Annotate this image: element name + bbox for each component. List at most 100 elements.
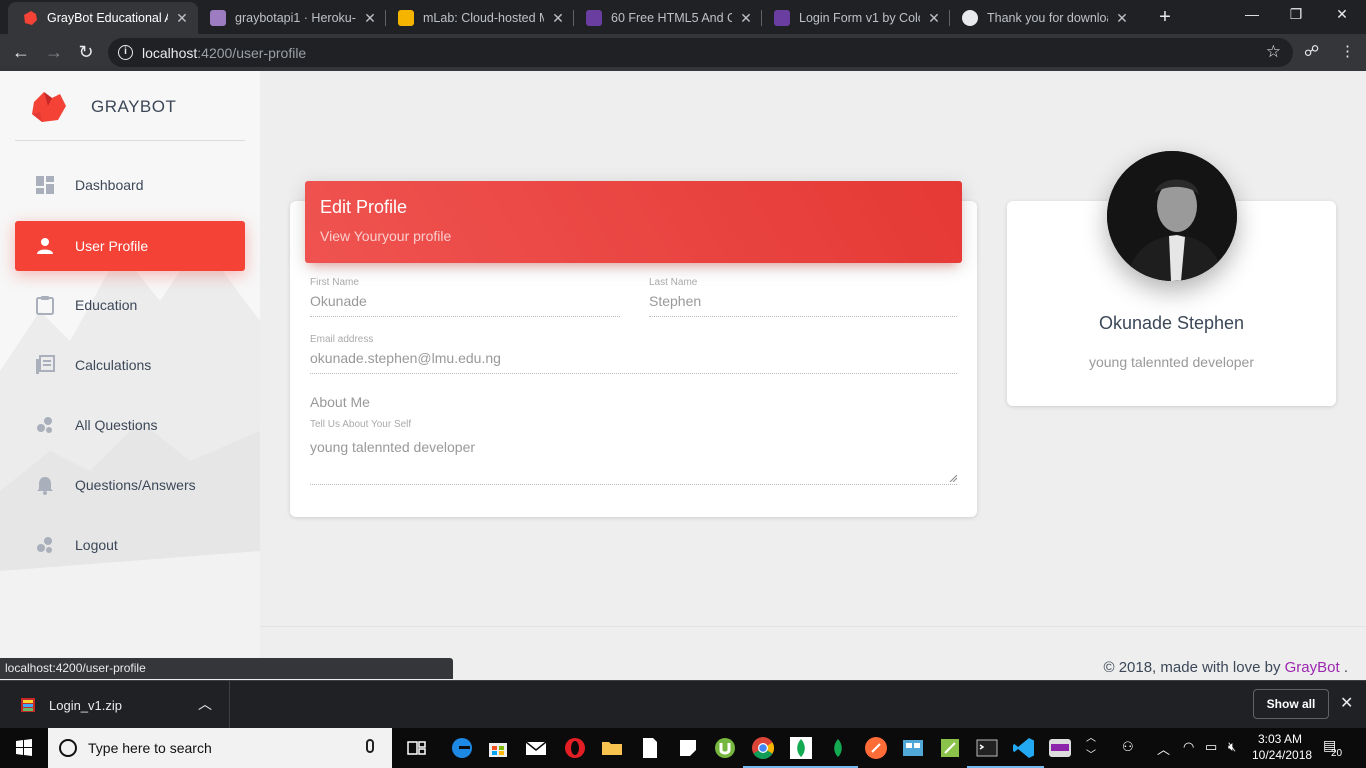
control-panel-icon[interactable] [901, 736, 925, 760]
tab-close-icon[interactable]: ✕ [926, 10, 942, 27]
wordpress-favicon-icon [962, 10, 978, 26]
bubble-chart-icon [35, 415, 55, 435]
tab-close-icon[interactable]: ✕ [738, 10, 754, 27]
about-me-textarea[interactable]: young talennted developer [310, 439, 957, 485]
site-info-icon[interactable]: i [118, 45, 133, 60]
restore-icon[interactable]: ❐ [1284, 6, 1308, 26]
resize-handle-icon[interactable] [949, 474, 957, 482]
sidebar-item-logout[interactable]: Logout [15, 520, 245, 570]
footer-divider [260, 626, 1366, 627]
url-host: localhost [142, 45, 198, 61]
sidebar-item-label: Dashboard [75, 177, 144, 193]
browser-tab-graybot[interactable]: GrayBot Educational Ap ✕ [8, 2, 198, 34]
first-name-input[interactable]: Okunade [310, 293, 620, 317]
notification-count-badge: 20 [1331, 748, 1343, 759]
sticky-notes-icon[interactable] [676, 736, 700, 760]
browser-tab-mlab[interactable]: mLab: Cloud-hosted M ✕ [384, 2, 574, 34]
windows-start-icon[interactable] [0, 728, 48, 768]
show-hidden-icons-icon[interactable]: ︿ [1157, 739, 1170, 758]
sidebar-item-dashboard[interactable]: Dashboard [15, 160, 245, 210]
sidebar-item-label: All Questions [75, 417, 158, 433]
menu-kebab-icon[interactable]: ⋮ [1340, 42, 1355, 60]
sidebar-item-all-questions[interactable]: All Questions [15, 400, 245, 450]
tab-close-icon[interactable]: ✕ [362, 10, 378, 27]
tab-close-icon[interactable]: ✕ [1114, 10, 1130, 27]
window-close-icon[interactable]: ✕ [1330, 6, 1354, 26]
forward-arrow-icon[interactable]: → [42, 40, 66, 64]
browser-tab-wordpress[interactable]: Thank you for downloa ✕ [948, 2, 1138, 34]
battery-icon[interactable]: ▭ [1205, 739, 1217, 755]
taskbar-clock[interactable]: 3:03 AM 10/24/2018 [1252, 731, 1312, 763]
edge-icon[interactable] [450, 736, 474, 760]
reload-icon[interactable]: ↻ [74, 40, 98, 64]
first-name-label: First Name [310, 277, 359, 288]
microphone-icon[interactable] [366, 739, 374, 753]
library-books-icon [35, 355, 55, 375]
mongodb-compass-icon[interactable] [818, 736, 858, 768]
card-subtitle: View Youryour profile [320, 228, 452, 244]
browser-tab-heroku[interactable]: graybotapi1 · Heroku-g ✕ [196, 2, 386, 34]
taskbar-search-box[interactable]: Type here to search [48, 728, 392, 768]
last-name-label: Last Name [649, 277, 698, 288]
profile-name: Okunade Stephen [1098, 313, 1245, 333]
brand-divider [15, 140, 245, 141]
footer-graybot-link[interactable]: GrayBot [1285, 659, 1340, 676]
download-bar-close-icon[interactable]: ✕ [1340, 693, 1353, 713]
tab-close-icon[interactable]: ✕ [174, 10, 190, 27]
store-icon[interactable] [486, 736, 510, 760]
wifi-icon[interactable]: ◠ [1183, 739, 1194, 755]
minimize-icon[interactable]: — [1240, 6, 1264, 26]
tab-close-icon[interactable]: ✕ [550, 10, 566, 27]
volume-muted-icon[interactable]: 🔇︎ [1228, 739, 1236, 755]
about-me-label: Tell Us About Your Self [310, 419, 412, 430]
zip-file-icon [21, 698, 35, 712]
dashboard-icon [35, 175, 55, 195]
vscode-icon[interactable] [1004, 736, 1044, 768]
last-name-input[interactable]: Stephen [649, 293, 957, 317]
email-field[interactable]: Email address okunade.stephen@lmu.edu.ng [310, 334, 957, 374]
mlab-favicon-icon [398, 10, 414, 26]
show-all-button[interactable]: Show all [1253, 689, 1329, 719]
back-arrow-icon[interactable]: ← [9, 40, 33, 64]
incognito-icon[interactable]: ☍ [1304, 42, 1319, 60]
sidebar-item-education[interactable]: Education [15, 280, 245, 330]
mail-icon[interactable] [524, 736, 548, 760]
bookmark-star-icon[interactable]: ☆ [1266, 42, 1281, 62]
edit-profile-header: Edit Profile View Youryour profile [305, 181, 962, 263]
browser-tab-colorlib-2[interactable]: Login Form v1 by Color ✕ [760, 2, 950, 34]
document-icon[interactable] [638, 736, 662, 760]
fun-app-icon[interactable] [1048, 736, 1072, 760]
notepad-plus-icon[interactable] [938, 736, 962, 760]
email-label: Email address [310, 334, 374, 345]
tray-overflow-chevron-icon[interactable]: ︿ ﹀ [1086, 730, 1096, 764]
chevron-up-icon[interactable]: ︿ [198, 694, 212, 714]
sidebar-item-calculations[interactable]: Calculations [15, 340, 245, 390]
footer-suffix: . [1339, 659, 1348, 676]
first-name-field[interactable]: First Name Okunade [310, 277, 620, 317]
mongodb-icon[interactable] [781, 736, 821, 768]
brand-name: GRAYBOT [91, 97, 177, 116]
status-url-bubble: localhost:4200/user-profile [0, 658, 453, 679]
browser-tab-colorlib-1[interactable]: 60 Free HTML5 And CS ✕ [572, 2, 762, 34]
sidebar-item-label: Logout [75, 537, 118, 553]
file-explorer-icon[interactable] [600, 736, 624, 760]
address-bar[interactable]: i localhost:4200/user-profile ☆ [108, 38, 1293, 67]
email-input[interactable]: okunade.stephen@lmu.edu.ng [310, 350, 957, 374]
utorrent-icon[interactable] [713, 736, 737, 760]
task-view-icon[interactable] [405, 736, 429, 760]
postman-icon[interactable] [864, 736, 888, 760]
main-content: Edit Profile View Youryour profile First… [260, 71, 1366, 676]
download-file-name: Login_v1.zip [49, 698, 122, 713]
download-item[interactable]: Login_v1.zip ︿ [0, 681, 230, 729]
new-tab-button[interactable]: + [1154, 6, 1176, 28]
card-title: Edit Profile [320, 197, 408, 217]
chrome-icon[interactable] [743, 736, 783, 768]
command-prompt-icon[interactable] [967, 736, 1007, 768]
people-icon[interactable]: ⚇ [1122, 739, 1134, 755]
sidebar-item-user-profile[interactable]: User Profile [15, 221, 245, 271]
opera-icon[interactable] [563, 736, 587, 760]
last-name-field[interactable]: Last Name Stephen [649, 277, 957, 317]
avatar-portrait [1107, 151, 1237, 281]
colorlib-favicon-icon [586, 10, 602, 26]
sidebar-item-questions-answers[interactable]: Questions/Answers [15, 460, 245, 510]
